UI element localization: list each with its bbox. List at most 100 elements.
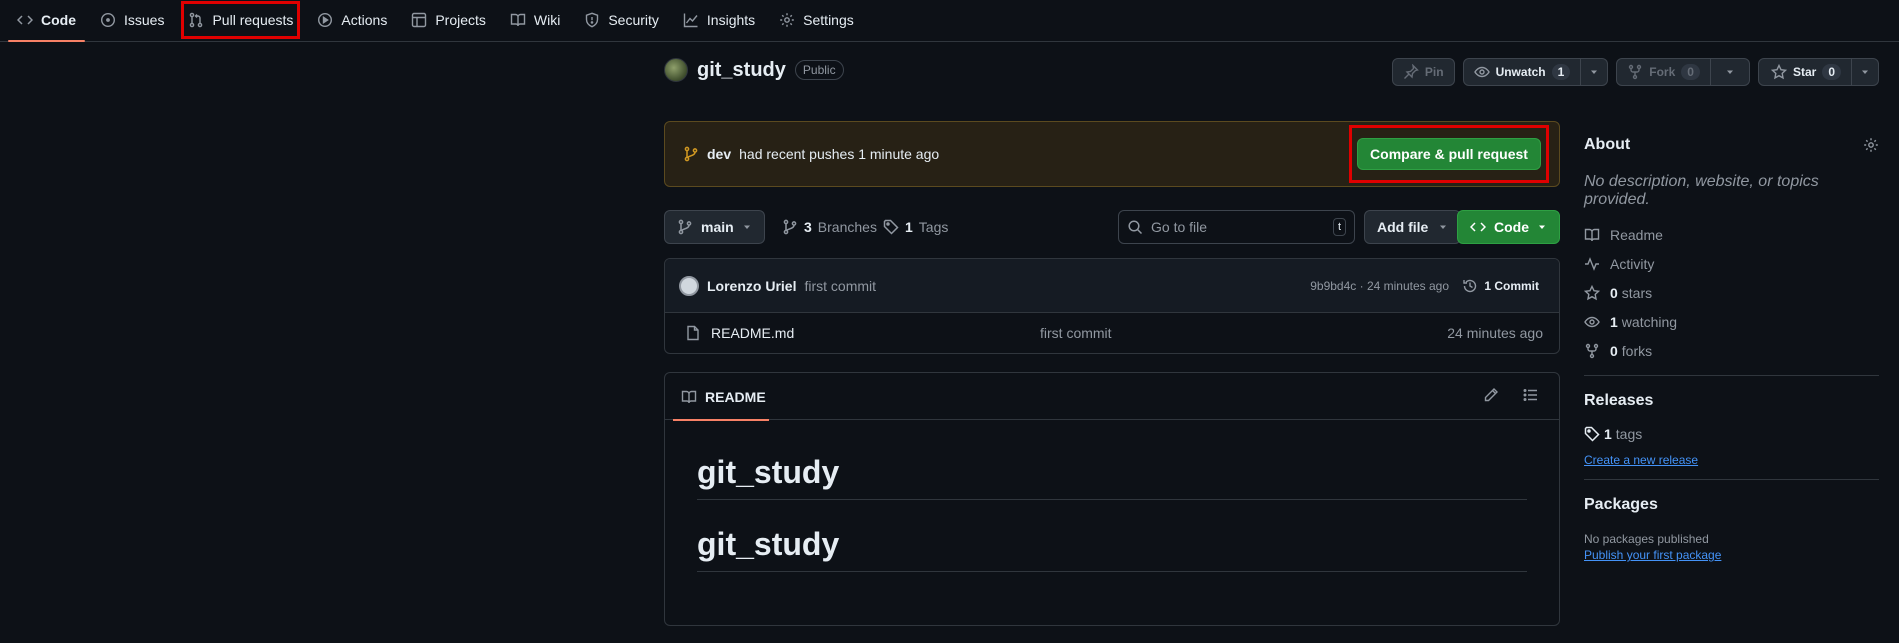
file-name[interactable]: README.md — [711, 325, 794, 341]
release-tags-count: 1 — [1604, 426, 1612, 442]
compare-label: Compare & pull request — [1370, 146, 1528, 162]
about-links: Readme Activity 0 stars 1 watching 0 for… — [1584, 223, 1879, 363]
watching-count: 1 — [1610, 314, 1618, 330]
tag-icon — [1584, 426, 1600, 442]
branches-link[interactable]: 3 Branches — [782, 210, 877, 244]
tab-label: Pull requests — [212, 12, 294, 28]
tags-count: 1 — [905, 219, 913, 235]
create-release-row: Create a new release — [1584, 451, 1879, 467]
triangle-down-icon — [742, 222, 752, 232]
search-placeholder: Go to file — [1151, 219, 1208, 235]
unwatch-button[interactable]: Unwatch 1 — [1462, 58, 1582, 86]
triangle-down-icon — [1438, 222, 1448, 232]
watch-group: Unwatch 1 — [1462, 58, 1609, 86]
pencil-icon[interactable] — [1483, 387, 1499, 403]
tab-settings[interactable]: Settings — [770, 0, 863, 41]
compare-pull-request-button[interactable]: Compare & pull request — [1357, 138, 1541, 170]
author-avatar[interactable] — [679, 275, 699, 296]
file-commit-message[interactable]: first commit — [1040, 325, 1112, 341]
star-button[interactable]: Star 0 — [1757, 58, 1852, 86]
book-icon — [1584, 227, 1600, 243]
play-icon — [317, 12, 333, 28]
releases-title[interactable]: Releases — [1584, 392, 1879, 410]
issue-opened-icon — [100, 12, 116, 28]
tab-wiki[interactable]: Wiki — [501, 0, 569, 41]
sidebar-item-label: Activity — [1610, 256, 1655, 272]
commit-message[interactable]: first commit — [804, 278, 876, 294]
star-group: Star 0 — [1757, 58, 1879, 86]
sidebar-item-forks[interactable]: 0 forks — [1584, 339, 1879, 363]
sidebar-item-activity[interactable]: Activity — [1584, 252, 1879, 276]
commit-hash-time[interactable]: 9b9bd4c · 24 minutes ago — [1310, 279, 1449, 293]
tab-actions[interactable]: Actions — [308, 0, 396, 41]
tab-insights[interactable]: Insights — [674, 0, 764, 41]
about-description: No description, website, or topics provi… — [1584, 173, 1819, 208]
graph-icon — [683, 12, 699, 28]
fork-group: Fork 0 — [1616, 58, 1750, 86]
book-icon — [510, 12, 526, 28]
star-label: Star — [1792, 65, 1817, 79]
pushed-branch-name[interactable]: dev — [707, 146, 731, 162]
fork-dropdown-button[interactable] — [1710, 58, 1750, 86]
sidebar-item-readme[interactable]: Readme — [1584, 223, 1879, 247]
tab-label: Actions — [341, 12, 388, 28]
branch-name: main — [701, 219, 734, 235]
book-icon — [681, 389, 697, 405]
git-branch-icon — [782, 219, 798, 235]
add-file-button[interactable]: Add file — [1364, 210, 1462, 244]
table-icon — [411, 12, 427, 28]
commit-author[interactable]: Lorenzo Uriel — [707, 278, 796, 294]
tab-label: Insights — [706, 12, 756, 28]
sidebar-divider — [1584, 375, 1879, 376]
sidebar-item-stars[interactable]: 0 stars — [1584, 281, 1879, 305]
commit-history-link[interactable]: 1 Commit — [1462, 278, 1539, 294]
tab-issues[interactable]: Issues — [91, 0, 173, 41]
pin-button[interactable]: Pin — [1391, 58, 1455, 86]
triangle-down-icon — [1725, 67, 1735, 77]
tab-label: Security — [608, 12, 659, 28]
tab-code[interactable]: Code — [8, 0, 85, 42]
watch-count: 1 — [1551, 64, 1571, 80]
table-row[interactable]: README.md first commit 24 minutes ago — [665, 313, 1559, 353]
eye-icon — [1584, 314, 1600, 330]
tab-pull-requests[interactable]: Pull requests — [179, 0, 302, 41]
tags-link[interactable]: 1 Tags — [883, 210, 948, 244]
readme-heading: git_study — [697, 500, 1527, 572]
branch-select-button[interactable]: main — [664, 210, 765, 244]
tab-label: Projects — [435, 12, 486, 28]
stars-count: 0 — [1610, 285, 1618, 301]
readme-heading: git_study — [697, 420, 1527, 500]
repo-forked-icon — [1627, 64, 1643, 80]
owner-avatar[interactable] — [664, 58, 688, 82]
compare-highlight: Compare & pull request — [1349, 125, 1549, 183]
tab-readme[interactable]: README — [673, 373, 769, 421]
pin-icon — [1403, 64, 1419, 80]
go-to-file-input[interactable]: Go to file t — [1118, 210, 1355, 244]
search-shortcut: t — [1332, 218, 1346, 236]
list-unordered-icon[interactable] — [1523, 387, 1539, 403]
tags-link[interactable]: 1 tags — [1584, 422, 1879, 446]
fork-button[interactable]: Fork 0 — [1616, 58, 1711, 86]
tab-label: Wiki — [533, 12, 561, 28]
file-icon — [685, 325, 701, 341]
about-header: About — [1584, 133, 1879, 157]
tab-label: Settings — [803, 12, 854, 28]
tags-label: Tags — [918, 219, 949, 235]
gear-icon[interactable] — [1863, 137, 1879, 153]
code-button[interactable]: Code — [1457, 210, 1560, 244]
sidebar-item-watching[interactable]: 1 watching — [1584, 310, 1879, 334]
history-icon — [1462, 278, 1478, 294]
star-dropdown-button[interactable] — [1852, 58, 1879, 86]
publish-package-link[interactable]: Publish your first package — [1584, 548, 1721, 562]
about-title: About — [1584, 136, 1631, 153]
repo-title-bar: git_study Public — [664, 58, 844, 82]
tab-label: Code — [41, 12, 76, 28]
tab-projects[interactable]: Projects — [402, 0, 495, 41]
repo-name[interactable]: git_study — [697, 59, 786, 82]
readme-tab-label: README — [705, 388, 766, 405]
packages-title[interactable]: Packages — [1584, 496, 1879, 514]
watch-dropdown-button[interactable] — [1581, 58, 1609, 86]
create-release-link[interactable]: Create a new release — [1584, 453, 1698, 467]
repo-forked-icon — [1584, 343, 1600, 359]
tab-security[interactable]: Security — [575, 0, 668, 41]
